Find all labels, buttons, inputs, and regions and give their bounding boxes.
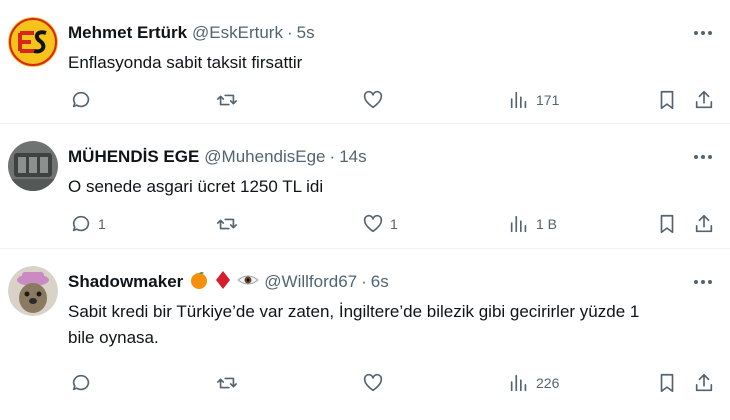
engine-photo-avatar — [8, 141, 58, 191]
share-icon — [695, 214, 713, 233]
share-button[interactable] — [693, 212, 715, 236]
view-count: 226 — [536, 375, 560, 391]
retweet-button[interactable] — [216, 88, 244, 112]
views-button[interactable]: 1 B — [508, 212, 557, 236]
heart-icon — [363, 373, 383, 392]
tweet-actions: 226 — [68, 371, 730, 395]
author-name[interactable]: MÜHENDİS EGE — [68, 147, 199, 167]
reply-button[interactable] — [70, 371, 98, 395]
avatar[interactable] — [8, 141, 58, 191]
reply-button[interactable]: 1 — [70, 212, 106, 236]
share-button[interactable] — [693, 88, 715, 112]
tweet-text-line: bile oynasa. — [68, 328, 159, 347]
retweet-icon — [217, 377, 237, 389]
views-chart-icon — [510, 215, 527, 233]
bookmark-icon — [660, 90, 674, 110]
tweet-text: O senede asgari ücret 1250 TL idi — [68, 177, 324, 196]
author-name[interactable]: Shadowmaker — [68, 272, 183, 292]
like-button[interactable]: 1 — [362, 212, 398, 236]
retweet-button[interactable] — [216, 371, 244, 395]
bookmark-button[interactable] — [656, 212, 678, 236]
bookmark-icon — [660, 214, 674, 234]
bookmark-button[interactable] — [656, 88, 678, 112]
timestamp[interactable]: 6s — [371, 272, 389, 292]
timestamp[interactable]: 5s — [297, 23, 315, 43]
separator-dot: · — [361, 272, 367, 291]
tweet[interactable]: MÜHENDİS EGE @MuhendisEge · 14s O senede… — [0, 124, 730, 249]
tweet-header: Shadowmaker @Willford67 · 6s — [68, 270, 389, 295]
tweet-text: Enflasyonda sabit taksit firsattir — [68, 53, 303, 72]
retweet-button[interactable] — [216, 212, 244, 236]
more-options-icon[interactable] — [692, 271, 714, 293]
more-options-icon[interactable] — [692, 146, 714, 168]
retweet-icon — [217, 94, 237, 106]
tweet-text-line: Sabit kredi bir Türkiye’de var zaten, İn… — [68, 302, 640, 321]
tweet-actions: 1 1 1 B — [68, 212, 730, 236]
tweet-header: MÜHENDİS EGE @MuhendisEge · 14s — [68, 146, 367, 168]
reply-icon — [72, 91, 90, 108]
eskisehirspor-logo — [8, 17, 58, 67]
bookmark-icon — [660, 373, 674, 393]
like-count: 1 — [390, 216, 398, 232]
heart-icon — [363, 90, 383, 109]
reply-button[interactable] — [70, 88, 98, 112]
author-name[interactable]: Mehmet Ertürk — [68, 23, 187, 43]
separator-dot: · — [286, 23, 293, 42]
bookmark-button[interactable] — [656, 371, 678, 395]
heart-icon — [363, 214, 383, 233]
reply-icon — [72, 215, 90, 232]
tweet-header: Mehmet Ertürk @EskErturk · 5s — [68, 22, 315, 44]
timestamp[interactable]: 14s — [339, 147, 366, 167]
tweet[interactable]: Mehmet Ertürk @EskErturk · 5s Enflasyond… — [0, 0, 730, 124]
avatar[interactable] — [8, 17, 58, 67]
orange-emoji — [189, 270, 209, 295]
separator-dot: · — [329, 147, 336, 166]
share-icon — [695, 90, 713, 109]
red-diamond-emoji — [215, 270, 231, 295]
tweet-text: Sabit kredi bir Türkiye’de var zaten, İn… — [68, 299, 718, 351]
views-chart-icon — [510, 374, 527, 392]
reply-count: 1 — [98, 216, 106, 232]
share-button[interactable] — [693, 371, 715, 395]
tweet[interactable]: Shadowmaker @Willford67 · 6s Sabit kredi… — [0, 249, 730, 420]
avatar[interactable] — [8, 266, 58, 316]
view-count: 171 — [536, 92, 560, 108]
views-chart-icon — [510, 91, 527, 109]
views-button[interactable]: 171 — [508, 88, 559, 112]
reply-icon — [72, 374, 90, 391]
like-button[interactable] — [362, 371, 390, 395]
author-handle[interactable]: @Willford67 — [264, 272, 357, 292]
tweet-actions: 171 — [68, 88, 730, 112]
share-icon — [695, 373, 713, 392]
views-button[interactable]: 226 — [508, 371, 559, 395]
like-button[interactable] — [362, 88, 390, 112]
otter-avatar — [8, 266, 58, 316]
retweet-icon — [217, 218, 237, 230]
view-count: 1 B — [536, 216, 558, 232]
eye-emoji — [237, 270, 260, 295]
author-handle[interactable]: @EskErturk — [192, 23, 283, 43]
author-handle[interactable]: @MuhendisEge — [204, 147, 325, 167]
more-options-icon[interactable] — [692, 22, 714, 44]
